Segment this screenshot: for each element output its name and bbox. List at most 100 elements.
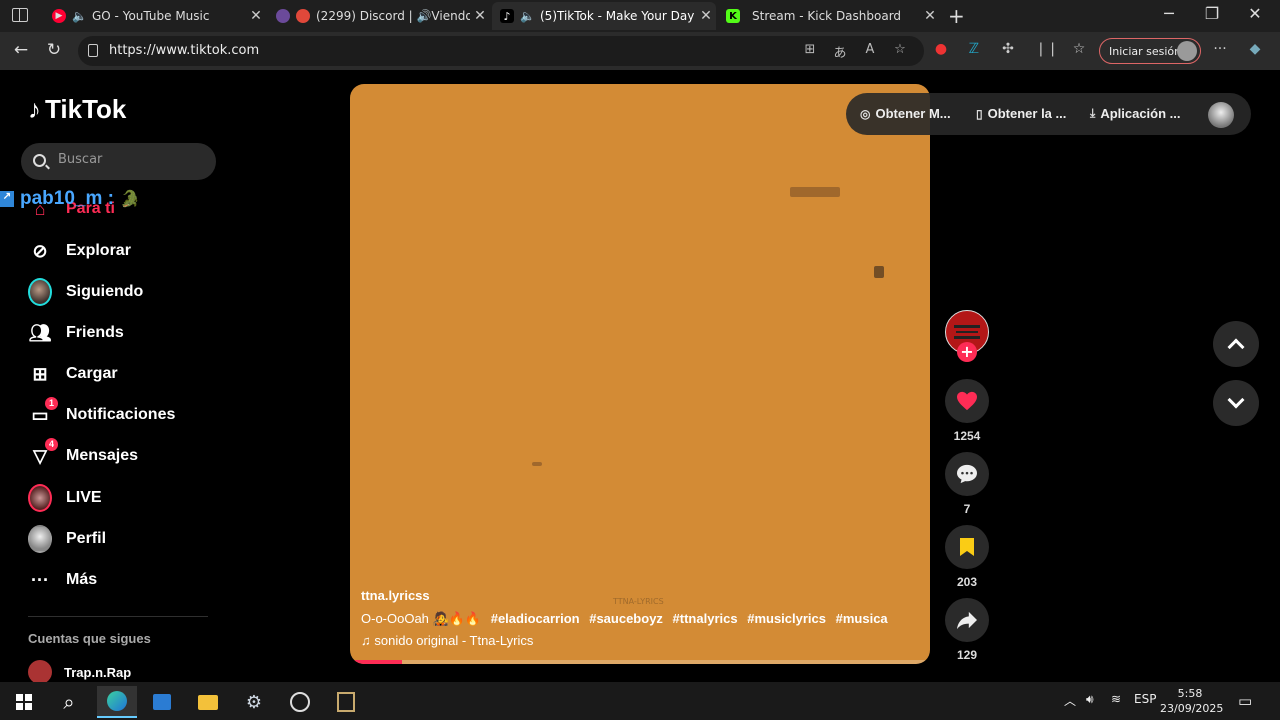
- pill-label: Obtener la ...: [987, 106, 1067, 121]
- collections-icon[interactable]: ☆: [1068, 41, 1090, 61]
- comment-button[interactable]: [945, 452, 989, 496]
- nav-explorar[interactable]: ⊘ Explorar: [28, 236, 130, 266]
- video-progress-bar[interactable]: [350, 660, 930, 664]
- compass-icon: ⊘: [32, 240, 48, 261]
- app-install-icon[interactable]: ⊞: [800, 42, 820, 60]
- nav-mensajes[interactable]: ▽ 4 Mensajes: [28, 438, 139, 471]
- start-button[interactable]: [4, 686, 44, 718]
- language-indicator[interactable]: ESP: [1134, 692, 1156, 706]
- sound-title: sonido original - Ttna-Lyrics: [374, 633, 534, 648]
- video-progress-fill: [350, 660, 403, 664]
- sidebar-divider: [28, 616, 208, 617]
- tab-kick[interactable]: K Stream - Kick Dashboard ✕: [718, 2, 940, 30]
- video-speck: [874, 266, 884, 278]
- speaker-icon[interactable]: 🔈: [72, 10, 87, 22]
- nav-label: Perfil: [66, 530, 107, 547]
- chevron-down-icon: [1227, 391, 1245, 409]
- close-icon[interactable]: ✕: [470, 8, 490, 24]
- close-icon[interactable]: ✕: [246, 8, 266, 24]
- favorite-star-icon[interactable]: ☆: [890, 42, 910, 60]
- translate-icon[interactable]: あ: [830, 42, 850, 61]
- new-tab-icon[interactable]: +: [948, 4, 965, 28]
- more-options-icon[interactable]: ···: [1209, 41, 1231, 61]
- tab-actions-icon[interactable]: [12, 8, 28, 22]
- tab-title: GO - YouTube Music: [92, 9, 210, 23]
- nav-live[interactable]: LIVE: [28, 483, 102, 513]
- tab-discord[interactable]: (2299) Discord | 🔊Viendo S ✕: [268, 2, 490, 30]
- minimize-icon[interactable]: ─: [1154, 4, 1184, 23]
- like-button[interactable]: [945, 379, 989, 423]
- notifications-center-icon[interactable]: ▭: [1238, 692, 1252, 710]
- nav-label: Cargar: [66, 365, 118, 382]
- league-client-icon[interactable]: [326, 686, 366, 718]
- overlay-username-text: pab10_m :: [20, 188, 114, 209]
- nav-siguiendo[interactable]: Siguiendo: [28, 277, 143, 307]
- nav-mas[interactable]: ··· Más: [28, 565, 97, 595]
- url-text[interactable]: https://www.tiktok.com: [109, 43, 259, 58]
- logo-text: TikTok: [45, 94, 127, 124]
- obs-icon[interactable]: [280, 686, 320, 718]
- search-taskbar-icon[interactable]: ⌕: [49, 686, 89, 718]
- caption-text: O-o-OoOah 🧑‍🎤🔥🔥: [361, 611, 482, 626]
- steam-icon[interactable]: ⚙: [234, 686, 274, 718]
- store-icon[interactable]: [142, 686, 182, 718]
- hashtag[interactable]: #ttnalyrics: [673, 611, 738, 626]
- read-aloud-icon[interactable]: A: [860, 42, 880, 60]
- desktop-app-button[interactable]: ⤓ Aplicación ...: [1090, 106, 1181, 121]
- hashtag[interactable]: #musiclyrics: [747, 611, 826, 626]
- hashtag[interactable]: #sauceboyz: [589, 611, 663, 626]
- tiktok-logo[interactable]: ♪ TikTok: [28, 94, 126, 125]
- hashtag[interactable]: #eladiocarrion: [491, 611, 580, 626]
- save-button[interactable]: [945, 525, 989, 569]
- previous-video-button[interactable]: [1213, 321, 1259, 367]
- video-meta: ttna.lyricss O-o-OoOah 🧑‍🎤🔥🔥 #eladiocarr…: [361, 588, 888, 648]
- edge-icon[interactable]: [97, 686, 137, 718]
- system-clock[interactable]: 5:58 23/09/2025: [1160, 686, 1224, 716]
- extension-translate-icon[interactable]: ℤ: [963, 41, 985, 61]
- search-input[interactable]: [58, 152, 208, 167]
- tab-youtube-music[interactable]: ▶ 🔈 GO - YouTube Music ✕: [44, 2, 266, 30]
- following-account[interactable]: Trap.n.Rap: [28, 660, 131, 684]
- nav-friends[interactable]: 👥︎ Friends: [28, 318, 124, 348]
- tab-tiktok[interactable]: ♪ 🔈 (5)TikTok - Make Your Day ✕: [492, 2, 716, 30]
- split-screen-icon[interactable]: ❘❘: [1035, 41, 1058, 61]
- follow-plus-icon[interactable]: +: [957, 342, 977, 362]
- upload-icon: ⊞: [32, 363, 48, 384]
- share-button[interactable]: [945, 598, 989, 642]
- user-avatar[interactable]: [1208, 102, 1234, 128]
- copilot-icon[interactable]: ◆: [1244, 41, 1266, 61]
- wifi-icon[interactable]: ≋: [1111, 692, 1121, 706]
- profile-icon: [28, 525, 52, 553]
- back-icon[interactable]: ←: [10, 40, 32, 60]
- save-count: 203: [956, 575, 978, 589]
- refresh-icon[interactable]: ↻: [43, 40, 65, 60]
- address-bar[interactable]: https://www.tiktok.com ⊞ あ A ☆: [78, 36, 924, 66]
- video-sound[interactable]: ♫ sonido original - Ttna-Lyrics: [361, 633, 888, 648]
- extension-red-icon[interactable]: ●: [930, 41, 952, 61]
- clock-date: 23/09/2025: [1160, 702, 1224, 715]
- file-explorer-icon[interactable]: [188, 686, 228, 718]
- extensions-puzzle-icon[interactable]: ✣: [997, 41, 1019, 61]
- get-app-button[interactable]: ▯ Obtener la ...: [976, 106, 1066, 121]
- speaker-icon[interactable]: 🔈: [520, 10, 535, 22]
- youtube-music-icon: ▶: [52, 9, 66, 23]
- nav-cargar[interactable]: ⊞ Cargar: [28, 359, 118, 389]
- nav-perfil[interactable]: Perfil: [28, 524, 106, 554]
- show-hidden-icons[interactable]: ︿: [1064, 692, 1076, 709]
- close-icon[interactable]: ✕: [920, 8, 940, 24]
- video-author[interactable]: ttna.lyricss: [361, 588, 888, 603]
- nav-notificaciones[interactable]: ▭ 1 Notificaciones: [28, 397, 175, 430]
- close-icon[interactable]: ✕: [696, 8, 716, 24]
- video-player[interactable]: TTNA-LYRICS ttna.lyricss O-o-OoOah 🧑‍🎤🔥🔥…: [350, 84, 930, 664]
- search-box[interactable]: [21, 143, 216, 180]
- nav-label: Mensajes: [66, 447, 139, 464]
- store-logo: [153, 694, 171, 710]
- get-coins-button[interactable]: ◎ Obtener M...: [860, 106, 951, 121]
- restore-icon[interactable]: ❐: [1197, 4, 1227, 23]
- chevron-up-icon: [1227, 338, 1245, 356]
- hashtag[interactable]: #musica: [836, 611, 888, 626]
- close-window-icon[interactable]: ✕: [1240, 4, 1270, 23]
- volume-icon[interactable]: 🔊︎: [1086, 692, 1094, 707]
- sign-in-button[interactable]: Iniciar sesión: [1099, 38, 1201, 64]
- next-video-button[interactable]: [1213, 380, 1259, 426]
